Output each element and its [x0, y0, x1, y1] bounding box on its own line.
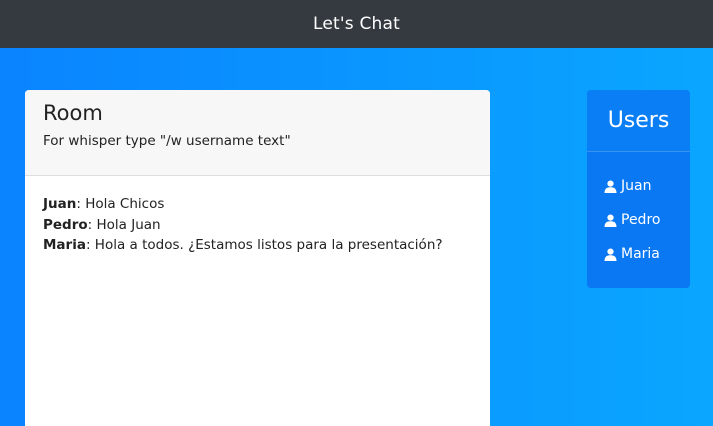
message-item: Pedro: Hola Juan — [43, 215, 472, 236]
whisper-hint: For whisper type "/w username text" — [43, 133, 291, 149]
user-item-juan[interactable]: Juan — [604, 169, 690, 203]
room-title: Room — [43, 101, 103, 125]
user-name: Juan — [621, 178, 652, 194]
users-list: Juan Pedro Maria — [587, 152, 690, 271]
user-item-maria[interactable]: Maria — [604, 237, 690, 271]
message-author: Maria — [43, 237, 86, 253]
user-item-pedro[interactable]: Pedro — [604, 203, 690, 237]
message-author: Pedro — [43, 216, 88, 233]
users-header: Users — [587, 90, 690, 152]
message-text: : Hola Juan — [87, 216, 161, 233]
user-icon — [604, 180, 617, 193]
users-title: Users — [607, 108, 670, 133]
user-name: Pedro — [621, 212, 661, 228]
message-item: Juan: Hola Chicos — [43, 194, 472, 215]
navbar: Let's Chat — [0, 0, 713, 48]
message-item: Maria: Hola a todos. ¿Estamos listos par… — [43, 235, 472, 256]
user-icon — [604, 248, 617, 261]
user-icon — [604, 214, 617, 227]
message-text: : Hola Chicos — [76, 196, 165, 212]
message-author: Juan — [43, 196, 77, 212]
app-title[interactable]: Let's Chat — [313, 14, 400, 34]
users-panel: Users Juan Pedro Maria — [587, 90, 690, 288]
room-panel: Room For whisper type "/w username text"… — [25, 90, 490, 426]
room-header: Room For whisper type "/w username text" — [25, 90, 490, 176]
message-list: Juan: Hola Chicos Pedro: Hola Juan Maria… — [25, 176, 490, 274]
user-name: Maria — [621, 246, 660, 262]
message-text: : Hola a todos. ¿Estamos listos para la … — [85, 237, 443, 253]
